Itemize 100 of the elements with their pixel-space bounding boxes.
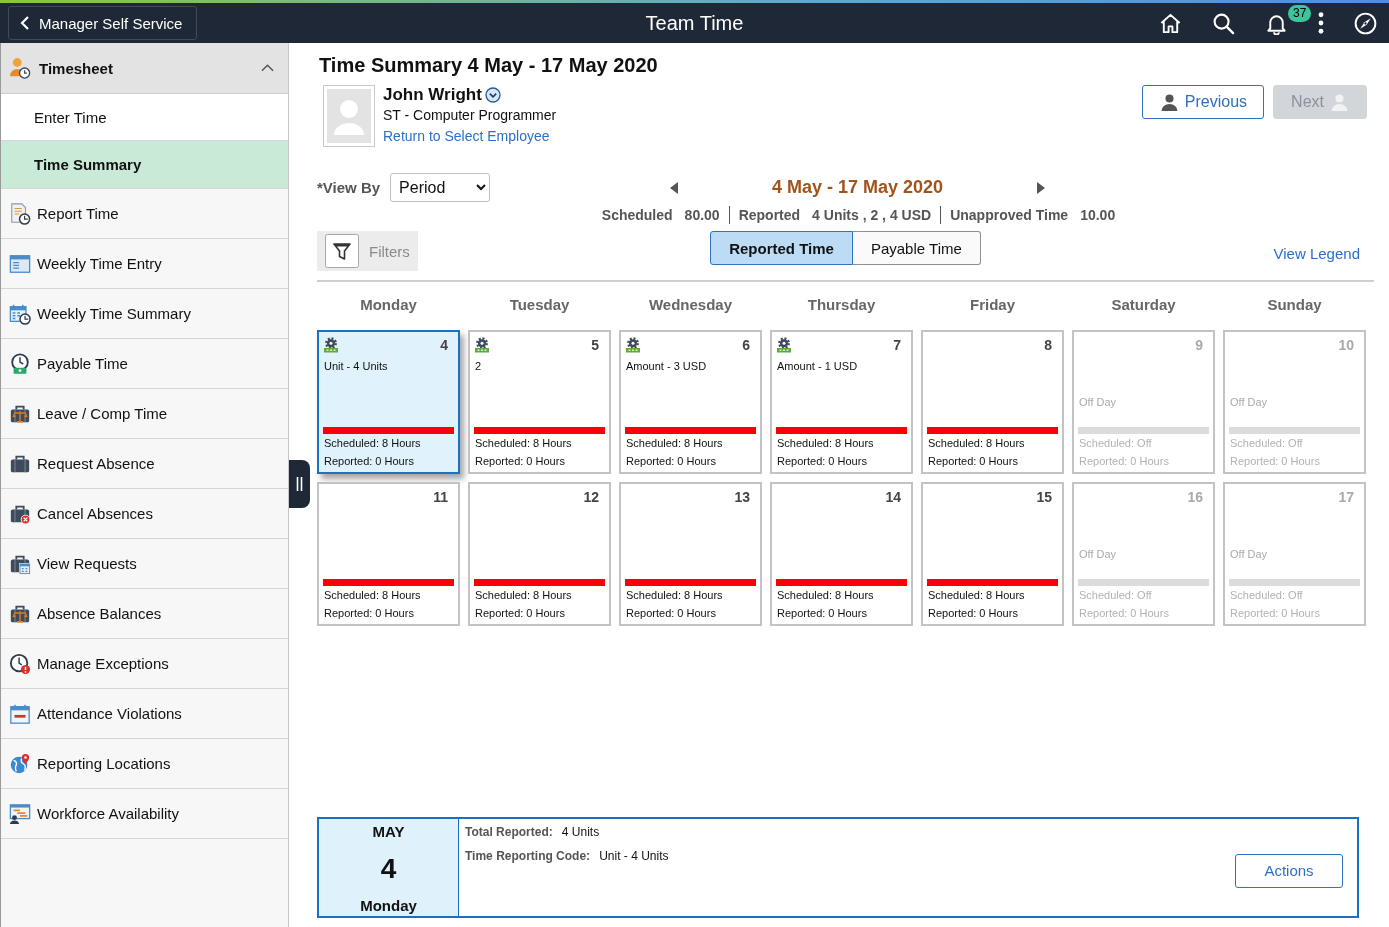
entry-text: 2 [474,359,483,373]
off-day-label: Off Day [1078,547,1118,561]
chevron-up-icon[interactable] [261,64,274,72]
weekday-label: Monday [360,897,417,914]
avatar-silhouette [323,85,375,147]
day-number: 9 [1195,337,1204,353]
day-number: 17 [1338,489,1355,505]
sidebar-group-header[interactable]: Timesheet [1,43,288,94]
weekday-header: Saturday [1110,296,1177,314]
scheduled-text: Scheduled: 8 Hours [323,588,422,603]
day-card[interactable]: 14 Scheduled: 8 Hours Reported: 0 Hours [770,482,913,626]
entry-text: Unit - 4 Units [323,359,389,373]
day-card[interactable]: 15 Scheduled: 8 Hours Reported: 0 Hours [921,482,1064,626]
total-value: 80.00 [684,206,720,224]
reported-text: Reported: 0 Hours [927,606,1019,621]
previous-button[interactable]: Previous [1141,85,1265,119]
day-number: 15 [1036,489,1053,505]
weekday-header: Thursday [806,296,877,314]
total-value: 4 Units , 2 , 4 USD [812,206,932,224]
day-card[interactable]: 8 Scheduled: 8 Hours Reported: 0 Hours [921,330,1064,474]
back-button[interactable]: Manager Self Service [8,6,198,40]
reported-text: Reported: 0 Hours [1229,454,1321,469]
view-tab[interactable]: Reported Time [710,231,853,265]
sidebar-item[interactable]: Time Summary [1,141,288,189]
actions-button[interactable]: Actions [1235,853,1343,888]
reported-text: Reported: 0 Hours [323,454,415,469]
field-value: 4 Units [561,825,600,839]
day-number: 4 [380,852,397,885]
day-number: 6 [742,337,751,353]
reported-text: Reported: 0 Hours [1078,606,1170,621]
employee-name: John Wright [383,85,482,105]
caret-left-icon[interactable] [669,181,678,194]
scheduled-text: Scheduled: Off [1229,436,1304,451]
more-icon[interactable] [1318,12,1324,34]
field-label: Total Reported: [465,825,553,839]
sidebar-item[interactable]: Enter Time [1,94,288,141]
reported-text: Reported: 0 Hours [776,454,868,469]
reported-text: Reported: 0 Hours [1078,454,1170,469]
clock-money-icon [9,352,31,375]
weekday-header: Friday [969,296,1016,314]
day-card[interactable]: 4 Unit - 4 Units Scheduled: 8 Hours Reported: 0 Hours [317,330,460,474]
day-card[interactable]: 12 Scheduled: 8 Hours Reported: 0 Hours [468,482,611,626]
day-card[interactable]: 7 Amount - 1 USD Scheduled: 8 Hours Reported: 0 Hours [770,330,913,474]
person-icon [1160,93,1178,111]
day-card[interactable]: 6 Amount - 3 USD Scheduled: 8 Hours Reported: 0 Hours [619,330,762,474]
off-day-label: Off Day [1229,547,1269,561]
search-icon[interactable] [1212,11,1235,35]
weekday-header: Sunday [1266,296,1323,314]
chevron-left-icon [20,15,30,31]
period-title: 4 May - 17 May 2020 [771,177,944,198]
globe-pin-icon [9,752,31,775]
page-title: Time Summary 4 May - 17 May 2020 [318,53,659,77]
day-card[interactable]: 11 Scheduled: 8 Hours Reported: 0 Hours [317,482,460,626]
person-icon [1331,93,1348,111]
scheduled-text: Scheduled: 8 Hours [625,588,724,603]
day-number: 16 [1187,489,1204,505]
reported-text: Reported: 0 Hours [927,454,1019,469]
field-label: Time Reporting Code: [465,849,591,863]
day-number: 7 [893,337,902,353]
scheduled-text: Scheduled: 8 Hours [776,436,875,451]
day-number: 12 [583,489,600,505]
scheduled-text: Scheduled: Off [1078,588,1153,603]
calendar-clock-icon [9,302,31,325]
month-label: MAY [372,823,405,840]
collapse-handle-icon[interactable] [289,460,310,508]
clock-alert-icon [9,652,31,675]
return-link[interactable]: Return to Select Employee [383,125,550,147]
reported-text: Reported: 0 Hours [625,606,717,621]
day-number: 8 [1044,337,1053,353]
total-label: Reported [738,206,801,224]
day-number: 5 [591,337,600,353]
entry-text: Amount - 3 USD [625,359,708,373]
compass-icon[interactable] [1354,11,1377,35]
day-card[interactable]: 5 2 Scheduled: 8 Hours Reported: 0 Hours [468,330,611,474]
view-by-label: *View By [317,179,381,196]
scheduled-text: Scheduled: 8 Hours [474,588,573,603]
filter-icon [325,234,359,268]
day-number: 14 [885,489,902,505]
window-icon [9,252,31,275]
weekday-header: Tuesday [508,296,571,314]
scheduled-text: Scheduled: Off [1229,588,1304,603]
caret-right-icon[interactable] [1037,181,1046,194]
reported-text: Reported: 0 Hours [474,606,566,621]
scheduled-text: Scheduled: 8 Hours [625,436,724,451]
job-title: ST - Computer Programmer [383,106,557,125]
reported-text: Reported: 0 Hours [776,606,868,621]
view-tab[interactable]: Payable Time [852,231,981,265]
weekday-header: Monday [359,296,418,314]
home-icon[interactable] [1159,11,1182,35]
app-title: Team Time [645,11,744,35]
entry-text: Amount - 1 USD [776,359,859,373]
person-clock-icon [9,57,31,79]
field-value: Unit - 4 Units [599,849,669,863]
day-card[interactable]: 13 Scheduled: 8 Hours Reported: 0 Hours [619,482,762,626]
day-number: 4 [440,337,449,353]
chevron-down-circle-icon[interactable] [484,87,501,103]
total-value: 10.00 [1080,206,1116,224]
view-legend-link[interactable]: View Legend [1273,244,1360,262]
day-number: 10 [1338,337,1355,353]
view-by-select[interactable]: Period [390,173,491,202]
